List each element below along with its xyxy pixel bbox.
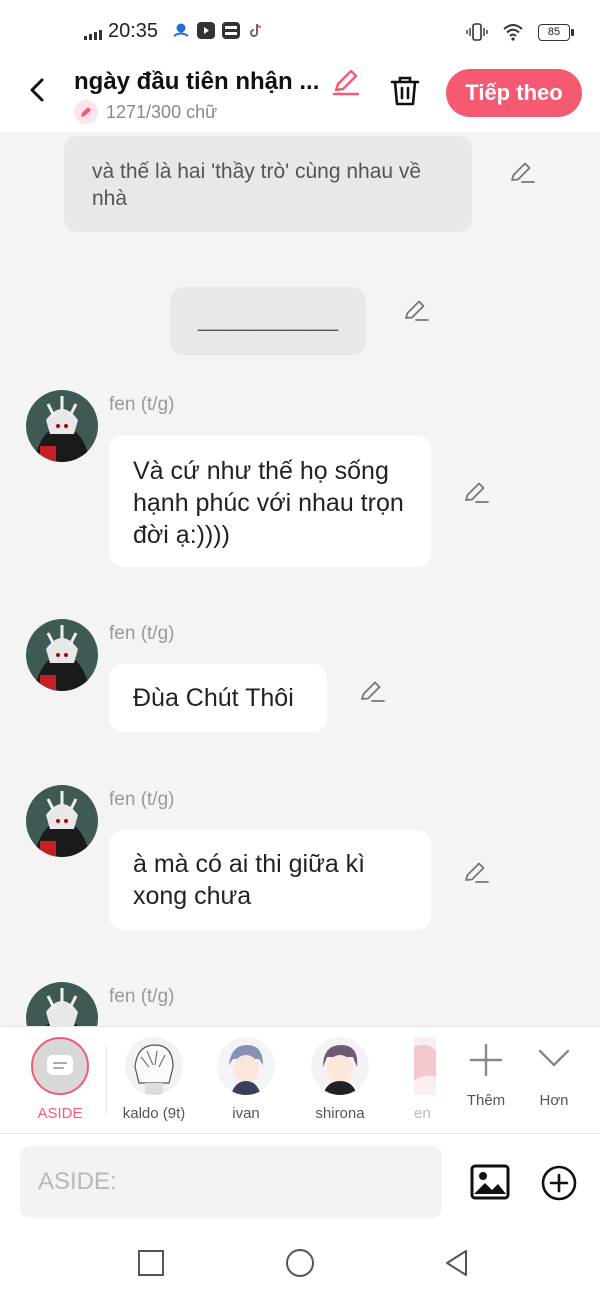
insert-image-button[interactable]: [470, 1164, 510, 1200]
more-characters-label: Hơn: [539, 1092, 569, 1109]
chat-bubble-icon: [47, 1055, 73, 1075]
character-bar: ASIDE kaldo (9t) ivan shirona en Thêm Hơ…: [0, 1026, 600, 1134]
chevron-down-icon: [538, 1049, 570, 1067]
plus-circle-icon: [541, 1165, 577, 1201]
next-button[interactable]: Tiếp theo: [446, 69, 582, 117]
message-bubble[interactable]: Và cứ như thế họ sống hạnh phúc với nhau…: [109, 435, 431, 567]
status-right-icons: 85: [466, 22, 574, 42]
home-icon[interactable]: [285, 1248, 315, 1278]
map-app-icon: [172, 22, 190, 39]
aside-bubble[interactable]: và thế là hai 'thầy trò' cùng nhau về nh…: [64, 136, 472, 232]
pencil-icon: [332, 69, 360, 96]
signal-icon: [84, 30, 102, 40]
story-title[interactable]: ngày đầu tiên nhận ...: [74, 68, 334, 96]
message-input[interactable]: [20, 1146, 442, 1218]
chevron-left-icon: [30, 78, 44, 102]
chat-list[interactable]: và thế là hai 'thầy trò' cùng nhau về nh…: [0, 132, 600, 1026]
youtube-app-icon: [197, 22, 215, 39]
delete-button[interactable]: [386, 72, 424, 110]
image-icon: [470, 1164, 510, 1200]
back-button[interactable]: [20, 72, 56, 108]
wifi-icon: [503, 24, 523, 41]
avatar: [125, 1037, 183, 1095]
character-label: ASIDE: [37, 1105, 83, 1122]
word-count: 1271/300 chữ: [106, 101, 218, 122]
word-count-row: 1271/300 chữ: [74, 100, 217, 124]
add-character-button[interactable]: Thêm: [454, 1037, 518, 1109]
edit-pencil-icon[interactable]: [358, 677, 386, 705]
edit-pencil-icon[interactable]: [508, 158, 536, 186]
sender-name: fen (t/g): [109, 789, 175, 810]
avatar[interactable]: [26, 619, 98, 691]
sender-name: fen (t/g): [109, 986, 175, 1007]
message-bubble[interactable]: Đùa Chút Thôi: [109, 664, 327, 732]
character-label: kaldo (9t): [122, 1105, 186, 1122]
avatar[interactable]: [26, 982, 98, 1026]
aside-text: ____________: [198, 309, 339, 332]
more-characters-button[interactable]: Hơn: [522, 1037, 586, 1109]
aside-text: và thế là hai 'thầy trò' cùng nhau về nh…: [92, 160, 422, 210]
tiktok-app-icon: [247, 22, 265, 39]
momo-app-icon: [222, 22, 240, 39]
edit-pencil-icon[interactable]: [402, 296, 430, 324]
character-ivan[interactable]: ivan: [200, 1037, 292, 1122]
pencil-badge-icon: [74, 100, 98, 124]
editor-header: ngày đầu tiên nhận ... 1271/300 chữ Tiếp…: [0, 60, 600, 132]
sender-name: fen (t/g): [109, 394, 175, 415]
edit-title-button[interactable]: [330, 66, 362, 98]
character-shirona[interactable]: shirona: [294, 1037, 386, 1122]
status-bar: 20:35 85: [0, 0, 600, 60]
input-bar: [0, 1134, 600, 1230]
trash-icon: [390, 76, 420, 106]
recent-apps-icon[interactable]: [136, 1248, 166, 1278]
chat-editor-screen: 20:35 85 ngày đầu tiên nhận ... 1271/300…: [0, 0, 600, 1300]
add-media-button[interactable]: [540, 1164, 578, 1202]
character-label: ivan: [232, 1105, 260, 1122]
avatar: [311, 1037, 369, 1095]
vibrate-icon: [466, 23, 488, 41]
message-text: à mà có ai thi giữa kì xong chưa: [133, 850, 366, 910]
message-bubble[interactable]: à mà có ai thi giữa kì xong chưa: [109, 830, 431, 930]
divider: [106, 1045, 107, 1115]
message-text: Đùa Chút Thôi: [133, 684, 294, 712]
character-label: en: [414, 1105, 431, 1122]
battery-icon: 85: [538, 23, 574, 41]
message-text: Và cứ như thế họ sống hạnh phúc với nhau…: [133, 457, 404, 549]
avatar: [414, 1037, 436, 1095]
avatar[interactable]: [26, 785, 98, 857]
avatar: [217, 1037, 275, 1095]
aside-avatar: [31, 1037, 89, 1095]
character-aside[interactable]: ASIDE: [14, 1037, 106, 1122]
character-label: shirona: [315, 1105, 365, 1122]
system-nav-bar: [0, 1230, 600, 1300]
plus-icon: [469, 1043, 503, 1077]
edit-pencil-icon[interactable]: [462, 858, 490, 886]
add-character-label: Thêm: [466, 1092, 506, 1109]
character-kaldo[interactable]: kaldo (9t): [108, 1037, 200, 1122]
back-triangle-icon[interactable]: [442, 1248, 472, 1278]
status-time: 20:35: [108, 20, 159, 42]
sender-name: fen (t/g): [109, 623, 175, 644]
edit-pencil-icon[interactable]: [462, 478, 490, 506]
avatar[interactable]: [26, 390, 98, 462]
aside-bubble[interactable]: ____________: [170, 287, 366, 355]
